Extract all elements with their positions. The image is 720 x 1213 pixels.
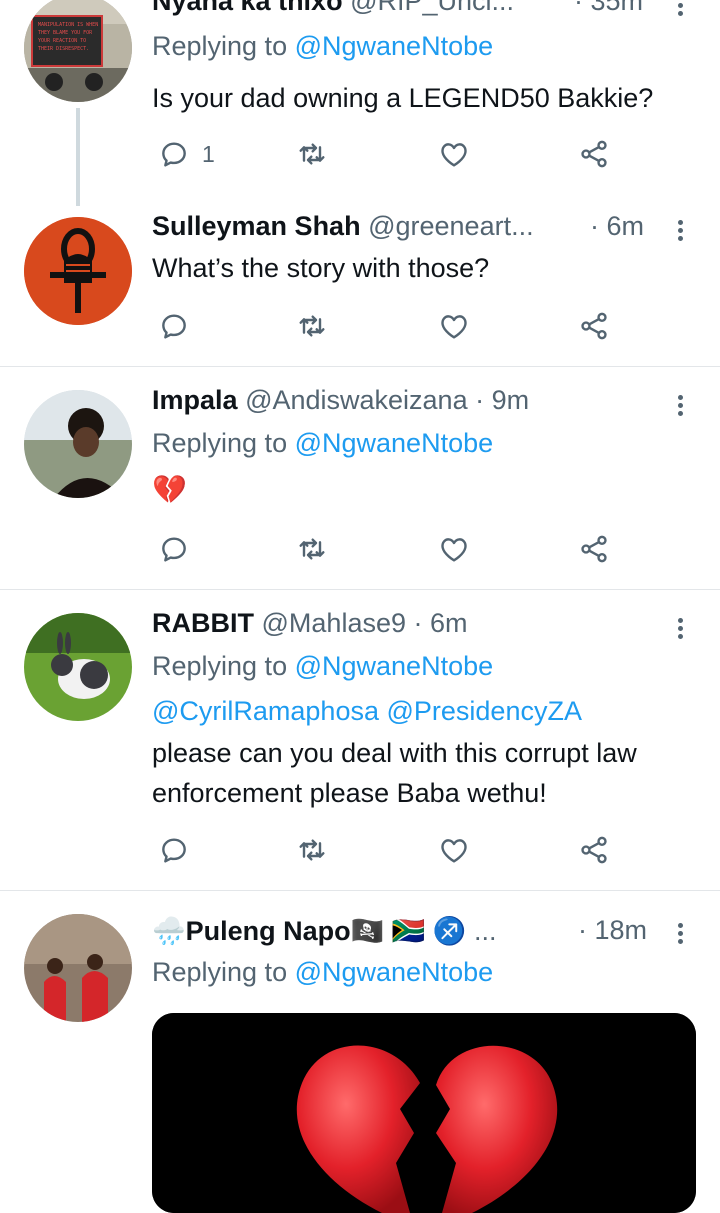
avatar[interactable] bbox=[24, 390, 132, 498]
tweet-header: RABBIT @Mahlase9 · 6m bbox=[152, 608, 720, 648]
reply-button[interactable] bbox=[158, 830, 190, 870]
broken-heart-emoji: 💔 bbox=[152, 474, 187, 505]
name-emoji-badges: 🏴‍☠️ 🇿🇦 ♐ bbox=[350, 916, 467, 946]
timestamp[interactable]: · 6m bbox=[414, 608, 468, 638]
avatar[interactable] bbox=[24, 914, 132, 1022]
replying-label: Replying to bbox=[152, 957, 295, 987]
user-handle[interactable]: @greeneart... bbox=[368, 211, 534, 241]
reply-icon bbox=[162, 142, 186, 167]
more-icon[interactable] bbox=[672, 392, 688, 420]
display-name[interactable]: Puleng Napo bbox=[186, 916, 351, 946]
like-icon bbox=[441, 143, 467, 167]
like-icon bbox=[441, 315, 467, 339]
replying-to-line: Replying to @NgwaneNtobe bbox=[152, 651, 493, 682]
tweet-1[interactable]: MANIPULATION IS WHEN THEY BLAME YOU FOR … bbox=[0, 0, 720, 206]
reply-count: 1 bbox=[202, 140, 215, 167]
avatar[interactable] bbox=[24, 613, 132, 721]
replying-to-handle[interactable]: @NgwaneNtobe bbox=[295, 31, 494, 61]
reply-button[interactable] bbox=[158, 306, 190, 346]
tweet-header: Impala @Andiswakeizana · 9m bbox=[152, 385, 720, 425]
tweet-text-line-1: please can you deal with this corrupt la… bbox=[152, 738, 637, 768]
retweet-icon bbox=[299, 538, 325, 560]
rain-cloud-emoji: 🌧️ bbox=[152, 916, 186, 946]
display-name[interactable]: RABBIT bbox=[152, 608, 254, 638]
retweet-button[interactable] bbox=[296, 134, 328, 174]
tweet-text: Is your dad owning a LEGEND50 Bakkie? bbox=[152, 83, 654, 113]
timestamp[interactable]: · 9m bbox=[475, 385, 529, 415]
display-name[interactable]: Nyana ka thixo bbox=[152, 0, 343, 16]
user-handle[interactable]: @RIP_Uncl... bbox=[350, 0, 514, 16]
retweet-button[interactable] bbox=[296, 529, 328, 569]
svg-text:THEY BLAME YOU FOR: THEY BLAME YOU FOR bbox=[38, 30, 93, 36]
broken-heart-image bbox=[152, 1013, 696, 1213]
like-button[interactable] bbox=[438, 830, 470, 870]
share-button[interactable] bbox=[578, 134, 610, 174]
reply-icon bbox=[162, 537, 186, 562]
svg-text:THEIR DISRESPECT.: THEIR DISRESPECT. bbox=[38, 46, 89, 52]
avatar[interactable]: MANIPULATION IS WHEN THEY BLAME YOU FOR … bbox=[24, 0, 132, 102]
tweet-text-line-2: enforcement please Baba wethu! bbox=[152, 778, 547, 808]
share-icon bbox=[581, 140, 607, 168]
timestamp[interactable]: · 35m bbox=[574, 0, 643, 17]
media-image[interactable] bbox=[152, 1013, 696, 1213]
timestamp[interactable]: · 18m bbox=[578, 915, 647, 946]
share-button[interactable] bbox=[578, 529, 610, 569]
user-handle[interactable]: @Mahlase9 bbox=[262, 608, 406, 638]
tweet-actions bbox=[0, 830, 720, 870]
replying-to-line: Replying to @NgwaneNtobe bbox=[152, 428, 493, 459]
reply-icon bbox=[162, 314, 186, 339]
timestamp[interactable]: · 6m bbox=[590, 211, 644, 242]
like-button[interactable] bbox=[438, 306, 470, 346]
share-icon bbox=[581, 836, 607, 864]
share-icon bbox=[581, 535, 607, 563]
tweet-3[interactable]: Impala @Andiswakeizana · 9m Replying to … bbox=[0, 367, 720, 589]
like-icon bbox=[441, 538, 467, 562]
replying-to-line: Replying to @NgwaneNtobe bbox=[152, 31, 493, 62]
retweet-icon bbox=[299, 315, 325, 337]
retweet-button[interactable] bbox=[296, 830, 328, 870]
more-icon[interactable] bbox=[672, 217, 688, 245]
replying-label: Replying to bbox=[152, 428, 295, 458]
replying-to-handle[interactable]: @NgwaneNtobe bbox=[295, 957, 494, 987]
tweet-actions bbox=[0, 529, 720, 569]
replying-to-handle[interactable]: @NgwaneNtobe bbox=[295, 651, 494, 681]
tweet-text: What’s the story with those? bbox=[152, 253, 490, 283]
display-name[interactable]: Impala bbox=[152, 385, 238, 415]
replying-label: Replying to bbox=[152, 31, 295, 61]
tweet-actions: 1 bbox=[0, 134, 720, 174]
user-handle[interactable]: ... bbox=[474, 916, 497, 946]
more-icon[interactable] bbox=[672, 0, 688, 20]
more-icon[interactable] bbox=[672, 615, 688, 643]
retweet-icon bbox=[299, 143, 325, 165]
svg-text:MANIPULATION IS WHEN: MANIPULATION IS WHEN bbox=[38, 22, 98, 28]
tweet-2[interactable]: Sulleyman Shah @greeneart... · 6m What’s… bbox=[0, 200, 720, 366]
replying-label: Replying to bbox=[152, 651, 295, 681]
share-button[interactable] bbox=[578, 306, 610, 346]
reply-button[interactable]: 1 bbox=[158, 134, 215, 174]
like-button[interactable] bbox=[438, 529, 470, 569]
user-handle[interactable]: @Andiswakeizana bbox=[245, 385, 468, 415]
share-button[interactable] bbox=[578, 830, 610, 870]
replying-to-line: Replying to @NgwaneNtobe bbox=[152, 957, 493, 988]
more-icon[interactable] bbox=[672, 920, 688, 948]
retweet-icon bbox=[299, 839, 325, 861]
replying-to-handle[interactable]: @NgwaneNtobe bbox=[295, 428, 494, 458]
share-icon bbox=[581, 312, 607, 340]
retweet-button[interactable] bbox=[296, 306, 328, 346]
like-icon bbox=[441, 839, 467, 863]
reply-button[interactable] bbox=[158, 529, 190, 569]
like-button[interactable] bbox=[438, 134, 470, 174]
svg-text:YOUR REACTION TO: YOUR REACTION TO bbox=[38, 38, 86, 44]
mentions[interactable]: @CyrilRamaphosa @PresidencyZA bbox=[152, 696, 582, 727]
tweet-actions bbox=[0, 306, 720, 346]
display-name[interactable]: Sulleyman Shah bbox=[152, 211, 361, 241]
tweet-4[interactable]: RABBIT @Mahlase9 · 6m Replying to @Ngwan… bbox=[0, 590, 720, 890]
reply-icon bbox=[162, 838, 186, 863]
